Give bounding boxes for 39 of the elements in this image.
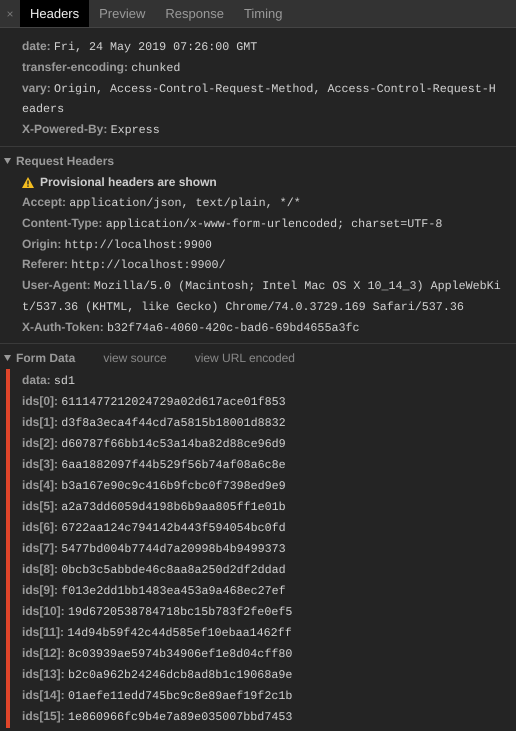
tab[interactable]: Timing (234, 0, 292, 27)
warning-text: Provisional headers are shown (40, 174, 217, 191)
tab[interactable]: Response (155, 0, 234, 27)
header-row-text: ids[7]: 5477bd004b7744d7a20998b4b9499373 (21, 540, 287, 558)
header-row-text: ids[1]: d3f8a3eca4f44cd7a5815b18001d8832 (21, 414, 287, 432)
header-row-text: ids[9]: f013e2dd1bb1483ea453a9a468ec27ef (21, 582, 287, 600)
tab[interactable]: Headers (20, 0, 90, 27)
view-link[interactable]: view URL encoded (194, 350, 295, 365)
header-row-text: X-Powered-By: Express (21, 121, 161, 140)
header-row-text: ids[8]: 0bcb3c5abbde46c8aa8a250d2df2ddad (21, 560, 287, 579)
header-row-text: Referer: http://localhost:9900/ (21, 256, 227, 274)
header-row-text: date: Fri, 24 May 2019 07:26:00 GMT (21, 38, 258, 56)
warning-icon (22, 176, 34, 188)
close-button[interactable]: × (0, 0, 20, 27)
header-row-text: ids[0]: 6111477212024729a02d617ace01f853 (21, 392, 287, 411)
header-row-text: ids[11]: 14d94b59f42c44d585ef10ebaa1462ff (21, 624, 293, 642)
header-row-text: ids[5]: a2a73dd6059d4198b6b9aa805ff1e01b (21, 498, 287, 516)
header-row-text: transfer-encoding: chunked (21, 58, 182, 77)
header-row-text: Origin: http://localhost:9900 (21, 236, 213, 254)
section-title[interactable]: Request Headers (16, 154, 114, 168)
header-row-text: ids[13]: b2c0a962b24246dcb8ad8b1c19068a9e (21, 666, 294, 684)
section-title[interactable]: Form Data (16, 350, 76, 365)
expand-triangle-icon[interactable] (4, 158, 11, 164)
view-link[interactable]: view source (103, 350, 167, 365)
header-row-text: vary: Origin, Access-Control-Request-Method, Access-Control-Request-Headers (21, 80, 497, 118)
header-row-text: ids[10]: 19d6720538784718bc15b783f2fe0ef5 (21, 602, 294, 621)
header-row-text: Accept: application/json, text/plain, */* (21, 194, 302, 212)
expand-triangle-icon[interactable] (4, 354, 11, 361)
header-row-text: Content-Type: application/x-www-form-urlencoded; charset=UTF-8 (21, 214, 444, 233)
header-row-text: ids[4]: b3a167e90c9c416b9fcbc0f7398ed9e9 (21, 476, 287, 495)
header-row-text: X-Auth-Token: b32f74a6-4060-420c-bad6-69bd4655a3fc (21, 318, 361, 337)
header-row-text: data: sd1 (21, 372, 76, 390)
header-row-text: ids[6]: 6722aa124c794142b443f594054bc0fd (21, 518, 287, 537)
header-row-text: ids[2]: d60787f66bb14c53a14ba82d88ce96d9 (21, 434, 287, 453)
header-row-text: ids[12]: 8c03939ae5974b34906ef1e8d04cff80 (21, 644, 294, 663)
header-row-text: ids[15]: 1e860966fc9b4e7a89e035007bbd7453 (21, 708, 294, 726)
header-row-text: ids[3]: 6aa1882097f44b529f56b74af08a6c8e (21, 456, 287, 474)
tab[interactable]: Preview (89, 0, 156, 27)
header-row-text: ids[14]: 01aefe11edd745bc9c8e89aef19f2c1b (21, 686, 294, 705)
